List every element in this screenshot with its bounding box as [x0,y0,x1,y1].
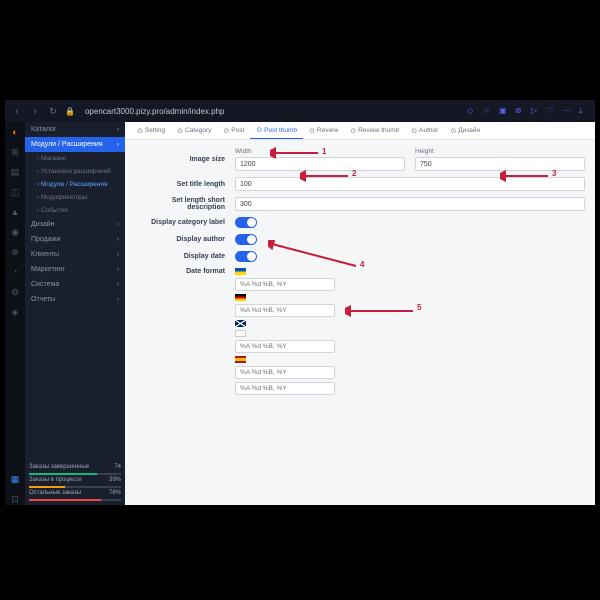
stat-label: Заказы завершенные [29,464,89,470]
tab[interactable]: ⊙Post [217,122,250,139]
flag-ua-icon [235,268,246,275]
flag-uk-icon [235,320,246,327]
sidebar-stats: Заказы завершенные 74 Заказы в процессе 39… [25,458,125,505]
rail-icon[interactable]: ◐ [9,126,21,138]
stat-val: 39% [109,477,121,483]
sidebar-item[interactable]: Отчеты› [25,292,125,307]
sidebar-item[interactable]: Продажи› [25,232,125,247]
label-width: Width [235,148,405,155]
back-icon[interactable]: ‹ [11,105,23,117]
sidebar-item[interactable]: › События [25,204,125,217]
rail-icon[interactable]: ◈ [9,306,21,318]
tab[interactable]: ⊙Дизайн [444,122,486,139]
tab[interactable]: ⊙Post thumb [250,122,303,139]
action-icon[interactable]: ▷ [531,106,541,116]
width-input[interactable] [235,157,405,171]
annotation-2: 2 [352,169,356,178]
tab[interactable]: ⊙Category [171,122,217,139]
label-image-size: Image size [135,156,235,163]
label-height: Height [415,148,585,155]
stat-val: 78% [109,490,121,496]
rail-icon[interactable]: ▤ [9,166,21,178]
rail-icon[interactable]: ◫ [9,186,21,198]
short-desc-input[interactable] [235,197,585,211]
label-date-format: Date format [135,268,235,275]
date-format-input-ua[interactable] [235,278,335,291]
date-format-input-pt[interactable] [235,382,335,395]
sidebar-item[interactable]: Маркетинг› [25,262,125,277]
sidebar-item[interactable]: › Магазин [25,152,125,165]
label-author: Display author [135,236,235,243]
tab[interactable]: ⊙Setting [131,122,171,139]
rail-icon[interactable]: ▲ [9,206,21,218]
tab-bar: ⊙Setting⊙Category⊙Post⊙Post thumb⊙Review… [125,122,595,140]
rail-icon[interactable]: ◔ [9,266,21,278]
stat-val: 74 [114,464,121,470]
sidebar-item[interactable]: Модули / Расширения› [25,137,125,152]
topbar-actions: ◇ ☆ ▣ ⊚ ▷ ♡ ⋯ ⤓ [467,106,589,116]
annotation-3: 3 [552,169,556,178]
rail-icon[interactable]: ⊡ [9,493,21,505]
form-panel: Image size Width Height Set title length [125,140,595,409]
reload-icon[interactable]: ↻ [47,105,59,117]
action-icon[interactable]: ♡ [547,106,557,116]
title-length-input[interactable] [235,177,585,191]
flag-es-icon [235,356,246,363]
tab[interactable]: ⊙Review [303,122,344,139]
label-category: Display category label [135,219,235,226]
browser-topbar: ‹ › ↻ 🔒 opencart3000.pizy.pro/admin/inde… [5,100,595,122]
height-input[interactable] [415,157,585,171]
label-title-length: Set title length [135,181,235,188]
url-text: opencart3000.pizy.pro/admin/index.php [85,107,225,116]
rail-icon[interactable]: ▦ [9,473,21,485]
action-icon[interactable]: ⤓ [579,106,589,116]
sidebar: Каталог›Модули / Расширения›› Магазин› У… [25,122,125,505]
flag-de-icon [235,294,246,301]
sidebar-item[interactable]: › Установка расширений [25,165,125,178]
lock-icon: 🔒 [65,107,75,116]
sidebar-item[interactable]: › Модули / Расширения [25,178,125,191]
rail-icon[interactable]: ⊕ [9,246,21,258]
label-date: Display date [135,253,235,260]
sidebar-item[interactable]: Каталог› [25,122,125,137]
annotation-4: 4 [360,260,364,269]
category-toggle[interactable] [235,217,257,228]
action-icon[interactable]: ▣ [499,106,509,116]
rail-icon[interactable]: ◉ [9,226,21,238]
annotation-5: 5 [417,303,421,312]
rail-icon[interactable]: ⚙ [9,286,21,298]
author-toggle[interactable] [235,234,257,245]
date-toggle[interactable] [235,251,257,262]
flag-si-icon [235,330,246,337]
action-icon[interactable]: ⋯ [563,106,573,116]
action-icon[interactable]: ◇ [467,106,477,116]
tab[interactable]: ⊙Review thumb [344,122,405,139]
sidebar-item[interactable]: › Модификаторы [25,191,125,204]
action-icon[interactable]: ☆ [483,106,493,116]
tab[interactable]: ⊙Author [405,122,444,139]
main-content: ⊙Setting⊙Category⊙Post⊙Post thumb⊙Review… [125,122,595,505]
date-format-input-uk[interactable] [235,340,335,353]
sidebar-item[interactable]: Дизайн› [25,217,125,232]
label-short-desc: Set length short description [135,197,235,211]
sidebar-item[interactable]: Система› [25,277,125,292]
sidebar-item[interactable]: Клиенты› [25,247,125,262]
rail-icon[interactable]: ⊞ [9,146,21,158]
icon-rail: ◐ ⊞ ▤ ◫ ▲ ◉ ⊕ ◔ ⚙ ◈ ▦ ⊡ [5,122,25,505]
annotation-1: 1 [322,147,326,156]
forward-icon[interactable]: › [29,105,41,117]
date-format-input-es[interactable] [235,366,335,379]
stat-label: Заказы в процессе [29,477,82,483]
stat-label: Остальные заказы [29,490,81,496]
date-format-input-de[interactable] [235,304,335,317]
action-icon[interactable]: ⊚ [515,106,525,116]
